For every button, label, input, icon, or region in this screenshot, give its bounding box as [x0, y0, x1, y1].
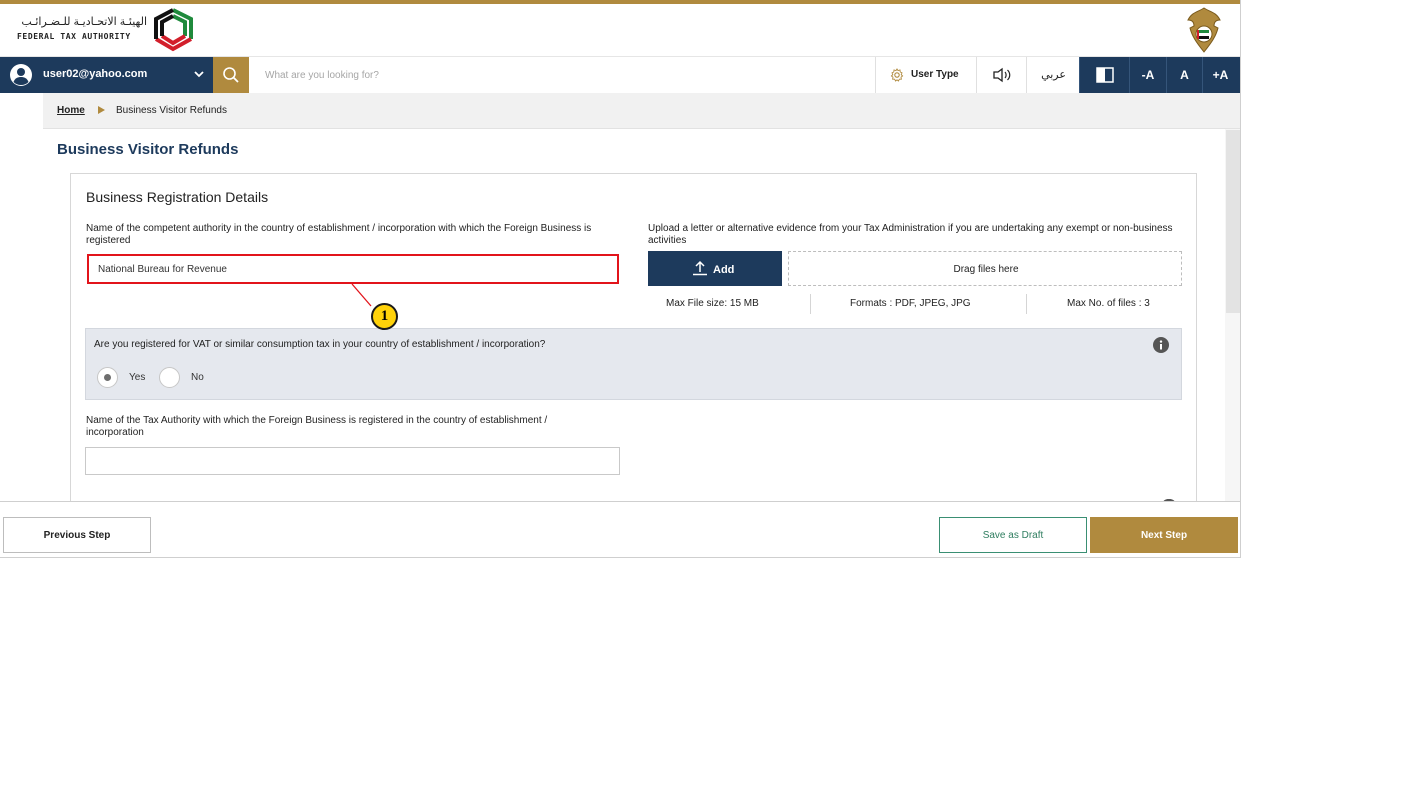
- font-increase-button[interactable]: +A: [1202, 57, 1238, 93]
- save-draft-button[interactable]: Save as Draft: [939, 517, 1087, 553]
- annotation-badge: 1: [371, 303, 398, 330]
- scrollbar-thumb[interactable]: [1226, 130, 1240, 313]
- logo-arabic-text: الهيئـة الاتحـاديـة للـضـرائـب: [21, 16, 147, 28]
- language-label: عربي: [1041, 69, 1066, 81]
- divider: [810, 294, 811, 314]
- user-menu[interactable]: user02@yahoo.com: [0, 57, 212, 93]
- section-title: Business Registration Details: [86, 189, 269, 205]
- font-decrease-button[interactable]: -A: [1129, 57, 1166, 93]
- search-icon: [223, 67, 239, 83]
- contrast-icon: [1096, 67, 1114, 83]
- max-file-size: Max File size: 15 MB: [666, 298, 759, 309]
- tax-authority-input[interactable]: [85, 447, 620, 475]
- fta-logo-icon[interactable]: [151, 7, 196, 52]
- drop-zone-text: Drag files here: [953, 264, 1019, 275]
- authority-field-label: Name of the competent authority in the c…: [86, 223, 592, 246]
- upload-icon: [693, 260, 707, 276]
- user-type-selector[interactable]: User Type: [875, 57, 976, 93]
- vat-question-text: Are you registered for VAT or similar co…: [94, 339, 546, 350]
- language-toggle[interactable]: عربي: [1026, 57, 1079, 93]
- app-window: الهيئـة الاتحـاديـة للـضـرائـب FEDERAL T…: [0, 0, 1241, 558]
- breadcrumb-home-link[interactable]: Home: [57, 105, 85, 116]
- search-input[interactable]: [249, 57, 875, 93]
- upload-field-label: Upload a letter or alternative evidence …: [648, 223, 1173, 246]
- vat-yes-radio[interactable]: [97, 367, 118, 388]
- footer-bar: Previous Step Save as Draft Next Step: [0, 501, 1240, 557]
- vat-no-radio[interactable]: [159, 367, 180, 388]
- user-avatar-icon: [10, 64, 32, 86]
- text-to-speech-button[interactable]: [976, 57, 1026, 93]
- speaker-icon: [993, 67, 1011, 83]
- uae-emblem-icon: [1187, 7, 1221, 53]
- breadcrumb: Home Business Visitor Refunds: [43, 93, 1240, 129]
- info-icon[interactable]: [1153, 337, 1169, 353]
- font-normal-button[interactable]: A: [1166, 57, 1202, 93]
- user-email: user02@yahoo.com: [43, 68, 148, 80]
- add-file-button[interactable]: Add: [648, 251, 782, 286]
- search-button[interactable]: [213, 57, 249, 93]
- vat-no-label: No: [191, 372, 204, 383]
- max-file-count: Max No. of files : 3: [1067, 298, 1150, 309]
- chevron-down-icon[interactable]: [193, 68, 205, 80]
- divider: [1026, 294, 1027, 314]
- breadcrumb-arrow-icon: [98, 106, 105, 114]
- file-drop-zone[interactable]: Drag files here: [788, 251, 1182, 286]
- fta-logo-text[interactable]: الهيئـة الاتحـاديـة للـضـرائـب FEDERAL T…: [17, 16, 147, 42]
- top-navbar: user02@yahoo.com User Type: [0, 57, 1240, 93]
- breadcrumb-current: Business Visitor Refunds: [116, 105, 227, 116]
- authority-name-input[interactable]: [87, 254, 619, 284]
- page-title: Business Visitor Refunds: [57, 141, 239, 158]
- gear-icon: [890, 68, 904, 82]
- user-type-label: User Type: [911, 69, 959, 80]
- vat-yes-label: Yes: [129, 372, 146, 383]
- logo-header: الهيئـة الاتحـاديـة للـضـرائـب FEDERAL T…: [0, 4, 1240, 57]
- file-formats: Formats : PDF, JPEG, JPG: [850, 298, 971, 309]
- contrast-toggle[interactable]: [1079, 57, 1129, 93]
- next-step-button[interactable]: Next Step: [1090, 517, 1238, 553]
- add-button-label: Add: [713, 264, 735, 276]
- logo-english-text: FEDERAL TAX AUTHORITY: [17, 32, 131, 41]
- tax-authority-field-label: Name of the Tax Authority with which the…: [86, 415, 548, 438]
- previous-step-button[interactable]: Previous Step: [3, 517, 151, 553]
